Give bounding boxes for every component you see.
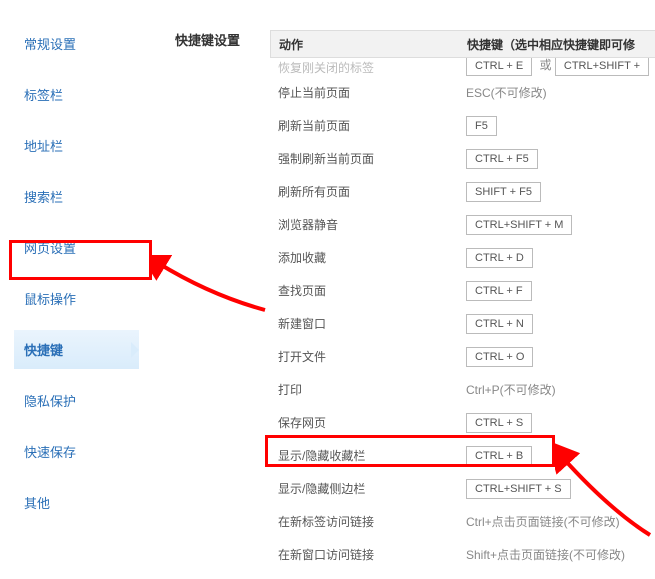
cell-action: 显示/隐藏侧边栏 [270,480,460,497]
table-row: 显示/隐藏收藏栏 CTRL + B [270,439,655,472]
cell-hotkey: ESC(不可修改) [460,84,655,101]
cell-action: 强制刷新当前页面 [270,150,460,167]
sidebar-item-6[interactable]: 快捷键 [14,330,139,369]
sidebar-item-3[interactable]: 搜索栏 [14,177,139,216]
column-header-action: 动作 [271,36,461,53]
cell-action: 查找页面 [270,282,460,299]
cell-action: 浏览器静音 [270,216,460,233]
table-row: 打开文件 CTRL + O [270,340,655,373]
hotkey-input[interactable]: CTRL + O [466,347,533,367]
hotkey-input[interactable]: CTRL+SHIFT + S [466,479,571,499]
cell-hotkey: Ctrl+点击页面链接(不可修改) [460,513,655,530]
cell-action: 打开文件 [270,348,460,365]
table-row: 恢复刚关闭的标签CTRL + E 或 CTRL+SHIFT + [270,58,655,76]
sidebar-item-7[interactable]: 隐私保护 [14,381,139,420]
sidebar-item-4[interactable]: 网页设置 [14,228,139,267]
hotkey-input[interactable]: F5 [466,116,497,136]
cell-hotkey: SHIFT + F5 [460,182,655,202]
table-row: 保存网页 CTRL + S [270,406,655,439]
cell-action: 停止当前页面 [270,84,460,101]
table-row: 新建窗口 CTRL + N [270,307,655,340]
cell-action: 打印 [270,381,460,398]
cell-hotkey: Shift+点击页面链接(不可修改) [460,546,655,563]
cell-hotkey: CTRL + F5 [460,149,655,169]
sidebar-item-9[interactable]: 其他 [14,483,139,522]
hotkey-table: 动作 快捷键（选中相应快捷键即可修 恢复刚关闭的标签CTRL + E 或 CTR… [270,30,655,571]
annotation-arrow-1 [150,255,270,315]
hotkey-input[interactable]: CTRL + D [466,248,533,268]
table-row: 强制刷新当前页面 CTRL + F5 [270,142,655,175]
cell-action: 保存网页 [270,414,460,431]
sidebar-item-2[interactable]: 地址栏 [14,126,139,165]
table-row: 在新标签访问链接 Ctrl+点击页面链接(不可修改) [270,505,655,538]
hotkey-joiner: 或 [536,58,555,72]
cell-hotkey: CTRL+SHIFT + M [460,215,655,235]
cell-action: 在新窗口访问链接 [270,546,460,563]
cell-action: 恢复刚关闭的标签 [270,59,460,76]
cell-hotkey: CTRL + E 或 CTRL+SHIFT + [460,58,655,76]
table-row: 查找页面 CTRL + F [270,274,655,307]
sidebar-item-0[interactable]: 常规设置 [14,24,139,63]
section-title: 快捷键设置 [175,30,240,49]
table-row: 刷新当前页面 F5 [270,109,655,142]
table-body: 恢复刚关闭的标签CTRL + E 或 CTRL+SHIFT +停止当前页面ESC… [270,58,655,571]
hotkey-input[interactable]: CTRL + F5 [466,149,538,169]
table-row: 在新窗口访问链接 Shift+点击页面链接(不可修改) [270,538,655,571]
table-row: 添加收藏 CTRL + D [270,241,655,274]
hotkey-input[interactable]: CTRL + S [466,413,532,433]
settings-sidebar: 常规设置标签栏地址栏搜索栏网页设置鼠标操作快捷键隐私保护快速保存其他 [14,24,139,534]
cell-action: 显示/隐藏收藏栏 [270,447,460,464]
cell-action: 刷新所有页面 [270,183,460,200]
table-header: 动作 快捷键（选中相应快捷键即可修 [270,30,655,58]
hotkey-input[interactable]: CTRL + B [466,446,532,466]
sidebar-item-5[interactable]: 鼠标操作 [14,279,139,318]
hotkey-readonly: Shift+点击页面链接(不可修改) [466,548,625,562]
cell-action: 在新标签访问链接 [270,513,460,530]
hotkey-input[interactable]: CTRL + E [466,58,532,76]
table-row: 浏览器静音 CTRL+SHIFT + M [270,208,655,241]
cell-hotkey: CTRL+SHIFT + S [460,479,655,499]
cell-hotkey: CTRL + F [460,281,655,301]
sidebar-item-8[interactable]: 快速保存 [14,432,139,471]
cell-action: 刷新当前页面 [270,117,460,134]
column-header-hotkey: 快捷键（选中相应快捷键即可修 [461,36,655,53]
table-row: 显示/隐藏侧边栏 CTRL+SHIFT + S [270,472,655,505]
hotkey-input[interactable]: CTRL+SHIFT + [555,58,649,76]
cell-hotkey: CTRL + B [460,446,655,466]
cell-hotkey: CTRL + D [460,248,655,268]
cell-hotkey: Ctrl+P(不可修改) [460,381,655,398]
cell-hotkey: CTRL + N [460,314,655,334]
cell-action: 新建窗口 [270,315,460,332]
hotkey-input[interactable]: CTRL+SHIFT + M [466,215,572,235]
hotkey-input[interactable]: CTRL + N [466,314,533,334]
hotkey-readonly: Ctrl+点击页面链接(不可修改) [466,515,620,529]
table-row: 停止当前页面 ESC(不可修改) [270,76,655,109]
cell-action: 添加收藏 [270,249,460,266]
table-row: 打印 Ctrl+P(不可修改) [270,373,655,406]
cell-hotkey: F5 [460,116,655,136]
hotkey-readonly: Ctrl+P(不可修改) [466,383,556,397]
sidebar-item-1[interactable]: 标签栏 [14,75,139,114]
cell-hotkey: CTRL + O [460,347,655,367]
cell-hotkey: CTRL + S [460,413,655,433]
hotkey-input[interactable]: SHIFT + F5 [466,182,541,202]
hotkey-input[interactable]: CTRL + F [466,281,532,301]
table-row: 刷新所有页面 SHIFT + F5 [270,175,655,208]
hotkey-readonly: ESC(不可修改) [466,86,547,100]
